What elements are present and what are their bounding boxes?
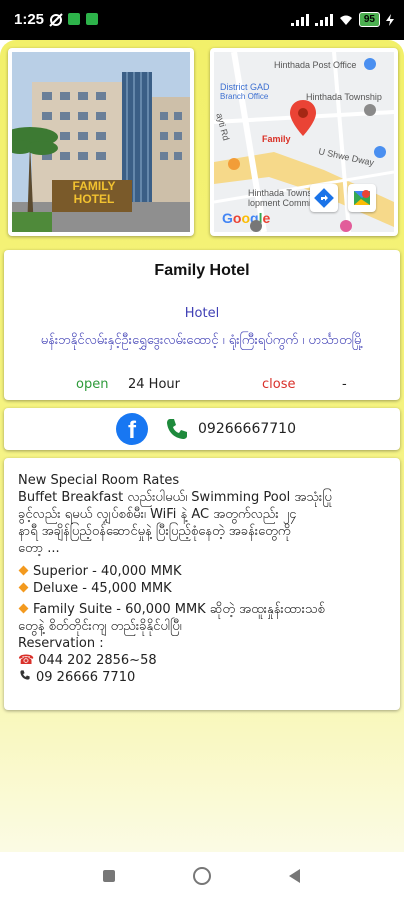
open-maps-button[interactable] — [348, 184, 376, 212]
open-label: open — [76, 377, 109, 392]
charging-icon — [386, 13, 394, 26]
google-maps-icon — [354, 190, 370, 205]
navigation-bar — [0, 852, 404, 900]
map-pin-label: Family — [262, 134, 291, 144]
signal-icon — [314, 13, 333, 26]
rate-text: Superior - 40,000 MMK — [33, 564, 182, 579]
map-label: Hinthada Townsh — [248, 188, 317, 198]
hotel-info-card: Family Hotel Hotel မန်းဘနိုင်လမ်းနှင့်ဦး… — [4, 250, 400, 400]
reservation-label: Reservation : — [18, 636, 104, 651]
battery-icon: 95 — [358, 12, 380, 27]
rate-continuation: တွေနဲ့ စိတ်တိုင်းကျ တည်းခိုနိုင်ပါပြီ၊ — [18, 619, 182, 634]
back-button[interactable] — [289, 869, 300, 883]
mobile-number: 09 26666 7710 — [36, 670, 136, 685]
contact-card: f 09266667710 — [4, 408, 400, 450]
status-time: 1:25 — [14, 11, 45, 28]
description-card: New Special Room Rates Buffet Breakfast … — [4, 458, 400, 710]
telephone-line: ☎ 044 202 2856~58 — [18, 652, 390, 669]
notification-icon — [86, 13, 98, 25]
rate-item: Superior - 40,000 MMK — [18, 563, 390, 580]
signal-icon — [290, 13, 309, 26]
phone-icon[interactable] — [164, 416, 190, 442]
rate-item: Family Suite - 60,000 MMK ဆိုတဲ့ အထူးနှု… — [18, 601, 390, 618]
open-hours: 24 Hour — [128, 377, 180, 392]
mobile-line: 09 26666 7710 — [18, 669, 390, 686]
google-logo: Google — [222, 210, 271, 226]
description-text: New Special Room Rates Buffet Breakfast … — [18, 472, 390, 686]
map-label: Hinthada Post Office — [274, 60, 357, 70]
close-hours: - — [342, 377, 347, 392]
building-icon — [364, 104, 376, 116]
shield-poi-icon — [374, 146, 386, 158]
phone-number[interactable]: 09266667710 — [198, 421, 296, 437]
directions-icon — [314, 188, 334, 208]
map-label: Branch Office — [220, 92, 269, 101]
bullet-diamond-icon — [18, 603, 29, 614]
hotel-photo[interactable]: FAMILY HOTEL — [12, 52, 190, 232]
description-line: New Special Room Rates — [18, 473, 180, 488]
grey-poi-icon — [250, 220, 262, 232]
facebook-icon[interactable]: f — [116, 413, 148, 445]
description-line: Buffet Breakfast လည်းပါမယ်၊ Swimming Poo… — [18, 490, 332, 505]
post-office-icon — [364, 58, 376, 70]
rate-text: Deluxe - 45,000 MMK — [33, 581, 172, 596]
rate-text: Family Suite - 60,000 MMK ဆိုတဲ့ အထူးနှု… — [33, 602, 325, 617]
telephone-icon: ☎ — [18, 653, 35, 668]
location-pin-icon — [290, 100, 316, 136]
notification-icon — [68, 13, 80, 25]
hotel-name: Family Hotel — [154, 262, 250, 279]
pink-poi-icon — [340, 220, 352, 232]
description-line: ခွင့်လည်း ရမယ် လျှပ်စစ်မီး၊ WiFi နဲ့ AC … — [18, 507, 297, 522]
home-button[interactable] — [193, 867, 211, 885]
hotel-address: မန်းဘနိုင်လမ်းနှင့်ဦးရွှေဒွေးလမ်းထောင့် … — [40, 333, 364, 348]
description-line: တော့ ... — [18, 541, 60, 556]
rate-item: Deluxe - 45,000 MMK — [18, 580, 390, 597]
app-screen: FAMILY HOTEL Hinthada Post Office Distri… — [0, 40, 404, 852]
location-map[interactable]: Hinthada Post Office District GAD Branch… — [214, 52, 394, 232]
hotel-category[interactable]: Hotel — [4, 306, 400, 321]
close-label: close — [262, 377, 296, 392]
map-card[interactable]: Hinthada Post Office District GAD Branch… — [210, 48, 398, 236]
hotel-sign: FAMILY HOTEL — [72, 179, 116, 206]
directions-button[interactable] — [310, 184, 338, 212]
bullet-diamond-icon — [18, 565, 29, 576]
wifi-icon — [339, 15, 352, 25]
hotel-photo-card[interactable]: FAMILY HOTEL — [8, 48, 194, 236]
status-bar: 1:25 95 — [0, 0, 404, 40]
phone-receiver-icon — [20, 670, 30, 680]
restaurant-icon — [228, 158, 240, 170]
status-icons: 95 — [290, 12, 394, 27]
telephone-number: 044 202 2856~58 — [38, 653, 157, 668]
map-label: District GAD — [220, 82, 270, 92]
settings-status-icon — [49, 13, 63, 27]
recent-apps-button[interactable] — [103, 870, 115, 882]
map-label: Hinthada Township — [306, 92, 382, 102]
bullet-diamond-icon — [18, 582, 29, 593]
description-line: နာရီ အချိန်ပြည့်ဝန်ဆောင်မှုနဲ့ ပြီးပြည့်… — [18, 524, 291, 539]
